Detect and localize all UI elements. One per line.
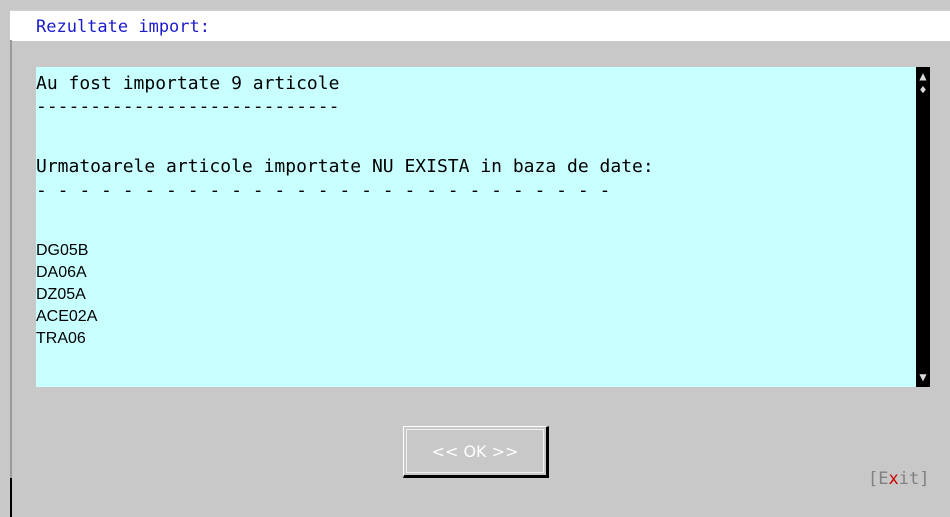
exit-hotkey: x	[888, 469, 899, 489]
dialog-left-border	[10, 40, 12, 517]
scroll-up-arrow-icon[interactable]: ▲	[916, 69, 930, 83]
dashed-separator-line: - - - - - - - - - - - - - - - - - - - - …	[36, 180, 611, 201]
missing-items-heading: Urmatoarele articole importate NU EXISTA…	[36, 156, 654, 177]
separator-line: ----------------------------	[36, 96, 340, 117]
dialog-title-bar: Rezultate import:	[10, 10, 950, 41]
exit-bracket-open: [	[868, 469, 879, 489]
import-results-dialog: Rezultate import: Au fost importate 9 ar…	[10, 10, 950, 517]
missing-item: TRA06	[36, 330, 86, 347]
exit-label-end: it	[898, 469, 920, 489]
ok-button-face[interactable]: << OK >>	[406, 429, 544, 473]
scroll-thumb-icon[interactable]: ♦	[916, 83, 930, 97]
missing-item: DA06A	[36, 264, 87, 281]
missing-item: DZ05A	[36, 286, 86, 303]
vertical-scrollbar[interactable]: ▲ ♦ ▼	[916, 67, 930, 387]
dialog-title: Rezultate import:	[36, 17, 210, 37]
imported-count-line: Au fost importate 9 articole	[36, 73, 340, 94]
ok-button[interactable]: << OK >>	[403, 426, 549, 478]
exit-bracket-close: ]	[919, 469, 930, 489]
scroll-down-arrow-icon[interactable]: ▼	[916, 370, 930, 384]
window-corner-mark	[10, 478, 12, 517]
missing-item: ACE02A	[36, 308, 98, 325]
exit-label-start: E	[878, 469, 889, 489]
results-text-area[interactable]: Au fost importate 9 articole -----------…	[36, 67, 916, 387]
ok-button-label: << OK >>	[431, 441, 519, 461]
exit-button[interactable]: [Exit]	[868, 469, 929, 489]
missing-item: DG05B	[36, 242, 89, 259]
